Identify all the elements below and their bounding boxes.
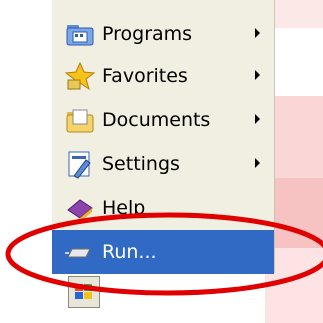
menu-item-label: Programs xyxy=(102,23,193,45)
documents-folder-icon xyxy=(66,109,94,133)
menu-item-run[interactable]: Run... xyxy=(52,230,274,274)
start-button[interactable] xyxy=(68,276,100,308)
submenu-arrow-icon xyxy=(255,158,260,168)
menu-item-documents[interactable]: Documents xyxy=(52,98,274,142)
run-icon xyxy=(65,248,91,258)
settings-icon xyxy=(68,151,91,179)
menu-item-programs[interactable]: Programs xyxy=(52,12,274,56)
menu-item-label: Favorites xyxy=(102,65,188,87)
help-book-icon xyxy=(67,199,93,222)
menu-item-help[interactable]: Help xyxy=(52,186,274,230)
menu-item-label: Help xyxy=(102,197,146,219)
submenu-arrow-icon xyxy=(255,70,260,80)
menu-item-label: Documents xyxy=(102,109,211,131)
menu-item-label: Settings xyxy=(102,153,180,175)
menu-item-settings[interactable]: Settings xyxy=(52,142,274,186)
submenu-arrow-icon xyxy=(255,114,260,124)
menu-item-favorites[interactable]: Favorites xyxy=(52,54,274,98)
submenu-arrow-icon xyxy=(255,28,260,38)
favorites-star-icon xyxy=(64,61,96,91)
windows-start-icon xyxy=(75,284,92,299)
menu-item-label: Run... xyxy=(102,241,157,263)
start-menu: Programs Favorites Documents Settings He… xyxy=(52,0,275,274)
programs-folder-icon xyxy=(66,25,94,46)
